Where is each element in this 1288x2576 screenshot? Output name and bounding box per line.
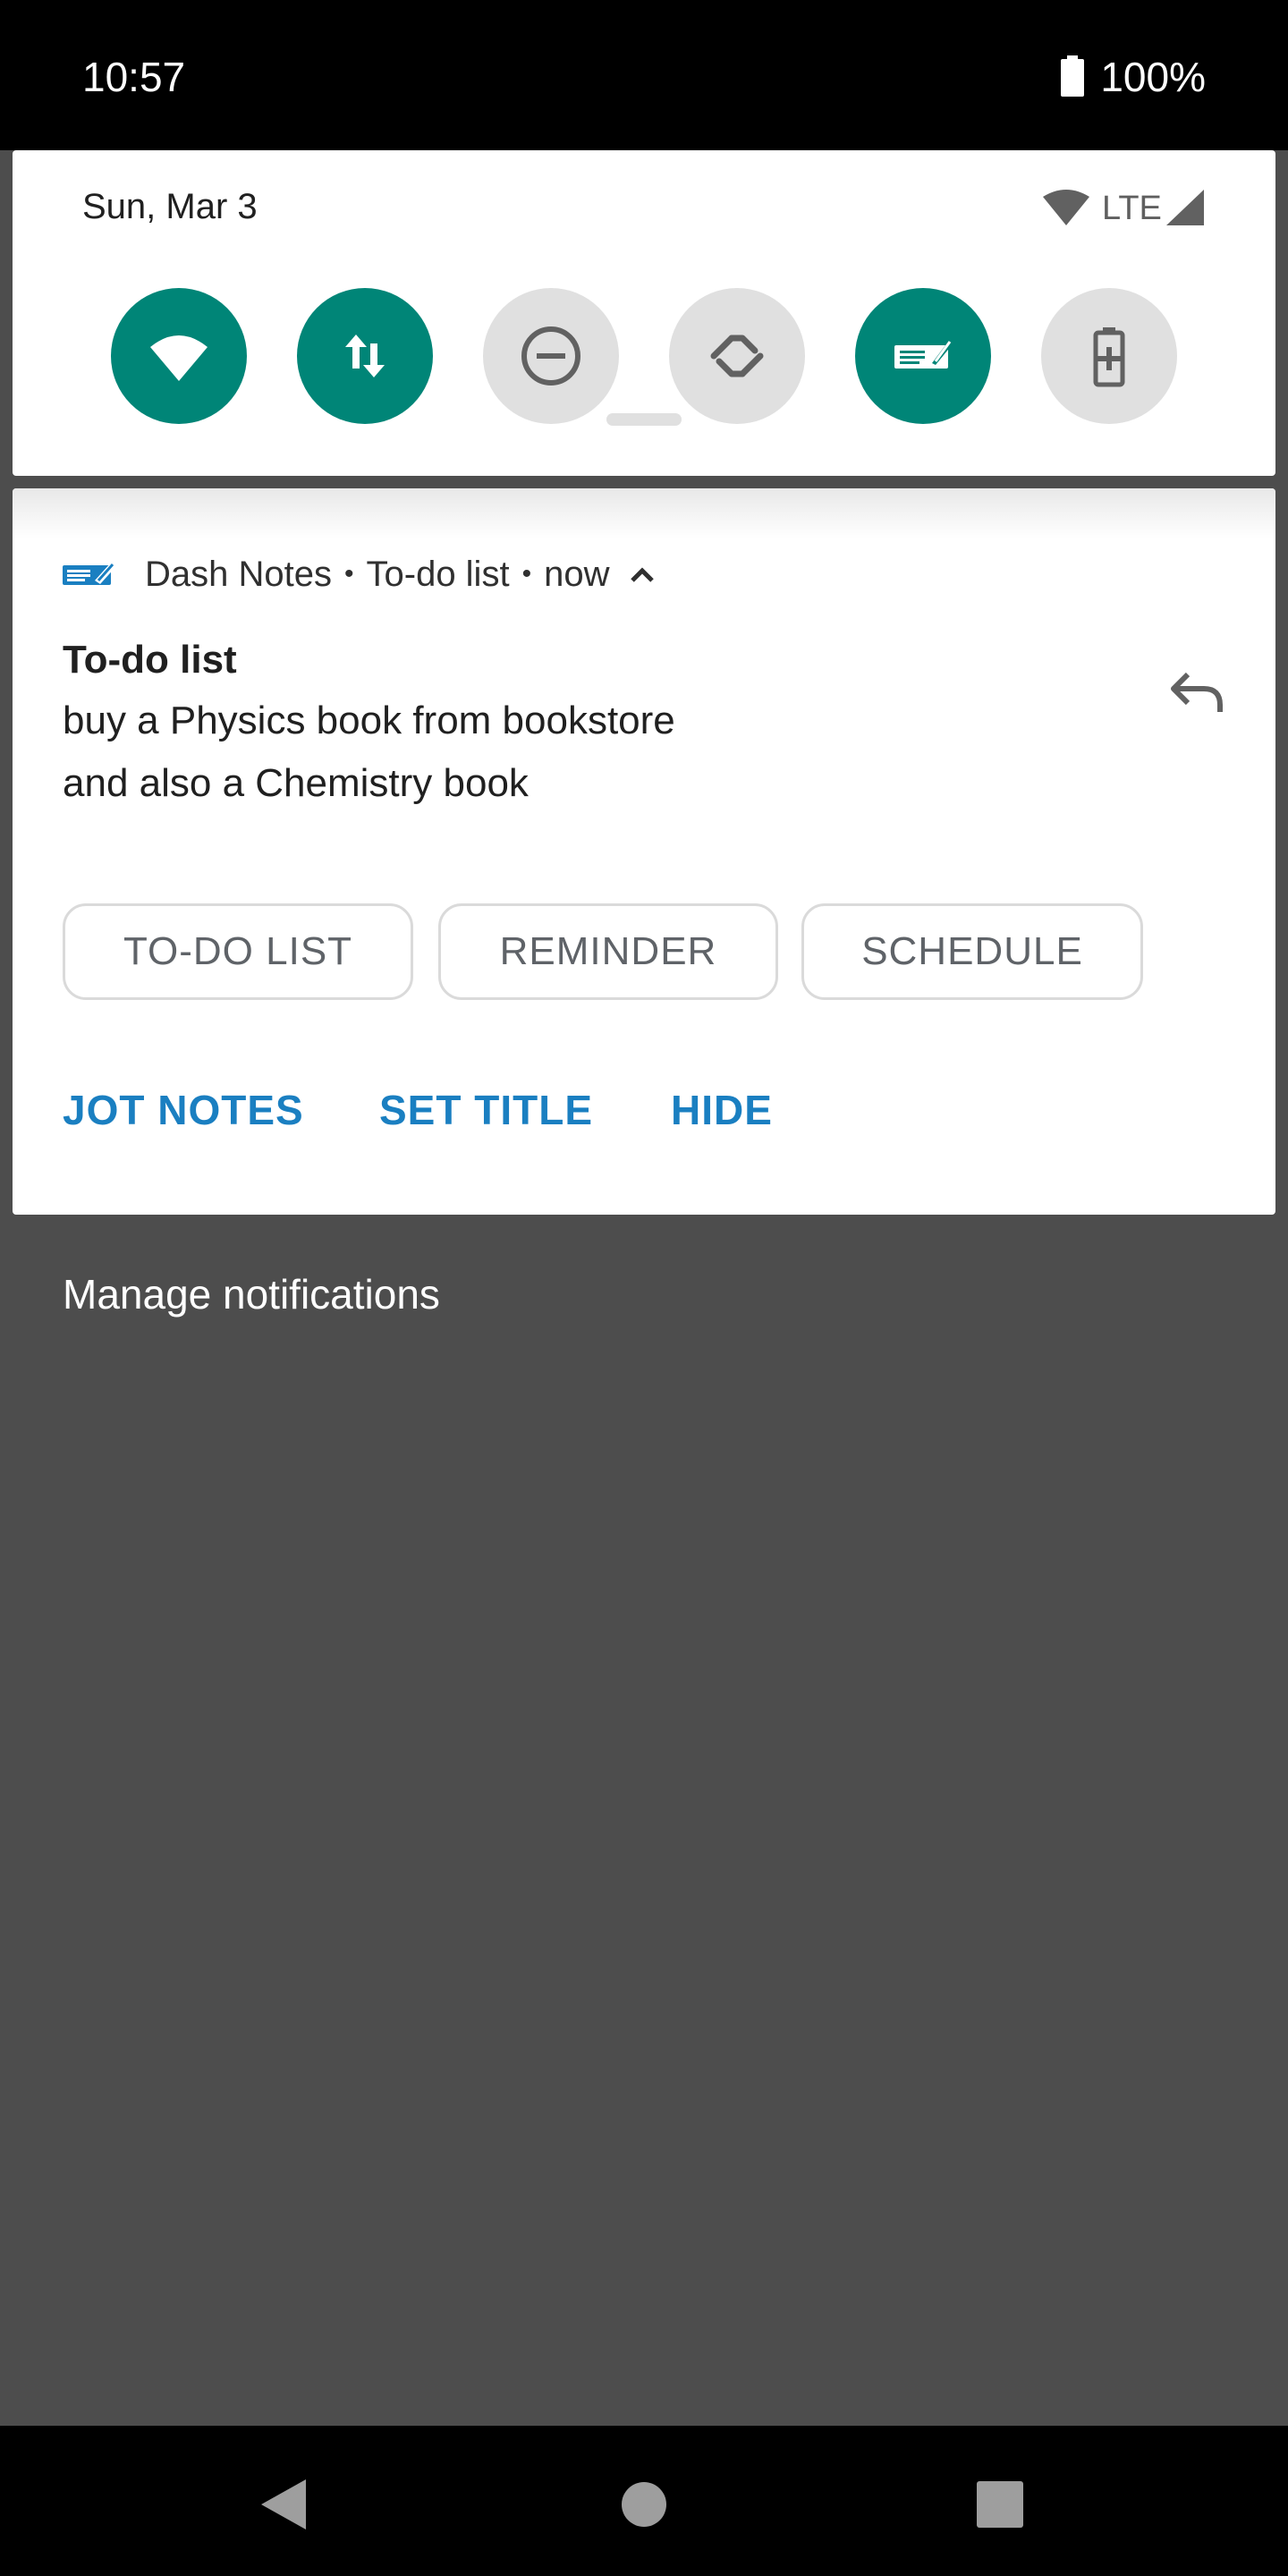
dash-notes-app-icon	[63, 563, 116, 585]
set-title-button[interactable]: SET TITLE	[379, 1079, 593, 1141]
notification-header[interactable]: Dash Notes • To-do list • now	[63, 546, 657, 603]
channel-name: To-do list	[366, 554, 510, 594]
manage-notifications-link[interactable]: Manage notifications	[63, 1263, 440, 1326]
mobile-data-tile[interactable]	[297, 288, 433, 424]
notepad-icon	[894, 341, 952, 369]
chevron-up-icon[interactable]	[627, 564, 657, 584]
card-shadow	[13, 488, 1275, 538]
app-name: Dash Notes	[145, 554, 332, 594]
battery-percent: 100%	[1100, 54, 1206, 100]
navigation-bar	[0, 2426, 1288, 2576]
notification-body-line: and also a Chemistry book	[63, 761, 529, 805]
quick-settings-panel: Sun, Mar 3 LTE	[13, 150, 1275, 476]
home-icon[interactable]	[621, 2481, 667, 2528]
dnd-icon	[521, 326, 580, 386]
do-not-disturb-tile[interactable]	[483, 288, 619, 424]
wifi-signal-icon	[1043, 190, 1089, 225]
notification-card[interactable]: Dash Notes • To-do list • now To-do list…	[13, 488, 1275, 1215]
chip-to-do-list[interactable]: TO-DO LIST	[63, 903, 413, 1000]
battery-saver-tile[interactable]	[1041, 288, 1177, 424]
hide-button[interactable]: HIDE	[671, 1079, 773, 1141]
network-type-label: LTE	[1102, 190, 1162, 227]
status-bar: 10:57 100%	[0, 0, 1288, 150]
battery-icon	[1061, 55, 1084, 97]
wifi-tile[interactable]	[111, 288, 247, 424]
cell-signal-icon	[1166, 190, 1204, 225]
qs-date: Sun, Mar 3	[82, 187, 258, 226]
wifi-icon	[150, 335, 208, 381]
auto-rotate-tile[interactable]	[669, 288, 805, 424]
notification-title: To-do list	[63, 638, 237, 682]
reply-icon[interactable]	[1165, 660, 1229, 724]
chip-reminder[interactable]: REMINDER	[438, 903, 778, 1000]
dash-notes-tile[interactable]	[855, 288, 991, 424]
jot-notes-button[interactable]: JOT NOTES	[63, 1079, 304, 1141]
separator-dot: •	[343, 559, 354, 589]
notification-body-line: buy a Physics book from bookstore	[63, 699, 675, 742]
battery-saver-icon	[1093, 327, 1125, 387]
data-arrows-icon	[345, 335, 385, 377]
back-icon[interactable]	[256, 2476, 309, 2533]
qs-drag-handle[interactable]	[606, 413, 682, 426]
recents-icon[interactable]	[975, 2479, 1025, 2529]
separator-dot: •	[521, 559, 532, 589]
notification-time: now	[544, 554, 610, 594]
status-time: 10:57	[82, 54, 186, 100]
rotate-icon	[710, 335, 764, 377]
chip-schedule[interactable]: SCHEDULE	[801, 903, 1143, 1000]
